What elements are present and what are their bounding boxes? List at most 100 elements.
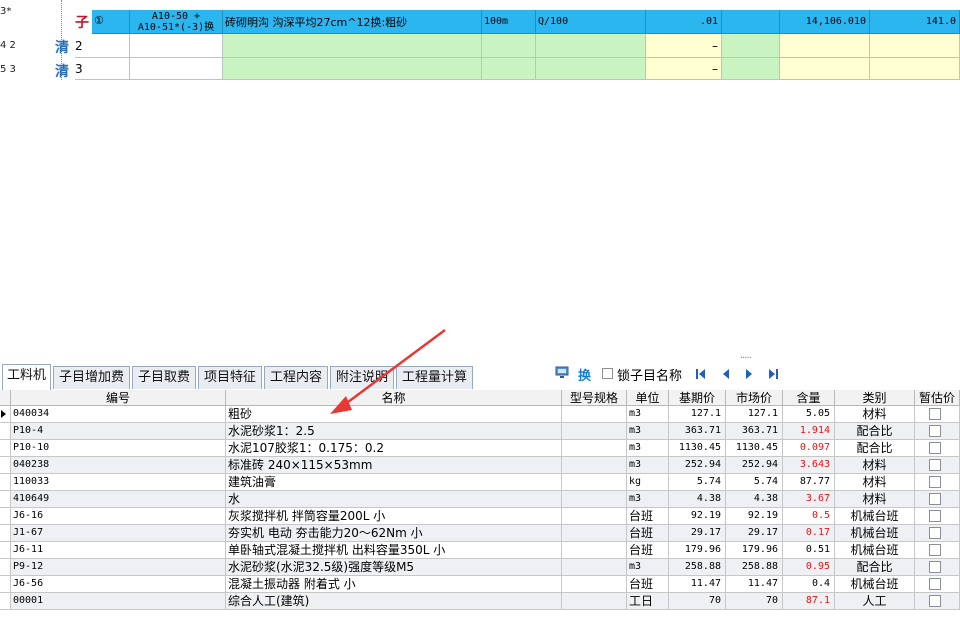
tab-extra-fees[interactable]: 子目增加费 [53, 366, 130, 389]
cell-provisional[interactable] [915, 474, 960, 491]
cell-base-price[interactable]: 363.71 [669, 423, 726, 440]
cell-base-price[interactable]: 70 [669, 593, 726, 610]
cell-name[interactable]: 混凝土振动器 附着式 小 [226, 576, 562, 593]
row-indicator-cell[interactable] [0, 491, 11, 508]
cell-unit[interactable]: m3 [627, 457, 669, 474]
cell-code[interactable]: P9-12 [11, 559, 226, 576]
cell-code[interactable]: 040238 [11, 457, 226, 474]
cell-category[interactable]: 人工 [835, 593, 915, 610]
code-cell[interactable]: A10-50 + A10-51*(-3)换 [130, 10, 223, 34]
cell-code[interactable]: J6-56 [11, 576, 226, 593]
line-item-row[interactable]: 5 3 清 3 – [0, 58, 960, 82]
cell-amount[interactable]: 3.67 [783, 491, 835, 508]
cell-name[interactable]: 单卧轴式混凝土搅拌机 出料容量350L 小 [226, 542, 562, 559]
lock-name-checkbox[interactable] [602, 368, 613, 379]
cell-spec[interactable] [562, 423, 627, 440]
cell-base-price[interactable]: 1130.45 [669, 440, 726, 457]
cell-market-price[interactable]: 11.47 [726, 576, 783, 593]
cell-base-price[interactable]: 29.17 [669, 525, 726, 542]
provisional-checkbox[interactable] [929, 510, 941, 522]
price-cell[interactable]: 14,106.010 [780, 10, 870, 34]
quantity-expr-cell[interactable] [536, 34, 646, 58]
cell-provisional[interactable] [915, 440, 960, 457]
row-indicator-cell[interactable] [0, 593, 11, 610]
cell-spec[interactable] [562, 542, 627, 559]
cell-code[interactable]: 00001 [11, 593, 226, 610]
cell-market-price[interactable]: 5.74 [726, 474, 783, 491]
line-item-row-selected[interactable]: 3* 子 ① A10-50 + A10-51*(-3)换 砖砌明沟 沟深平均27… [0, 0, 960, 34]
cell-unit[interactable]: m3 [627, 491, 669, 508]
cell-provisional[interactable] [915, 559, 960, 576]
unit-cell[interactable] [482, 58, 536, 80]
col-header-spec[interactable]: 型号规格 [562, 390, 627, 406]
col-header-market-price[interactable]: 市场价 [726, 390, 783, 406]
cell-market-price[interactable]: 258.88 [726, 559, 783, 576]
provisional-checkbox[interactable] [929, 595, 941, 607]
provisional-checkbox[interactable] [929, 527, 941, 539]
cell-base-price[interactable]: 5.74 [669, 474, 726, 491]
col-header-provisional[interactable]: 暂估价 [915, 390, 960, 406]
cell-code[interactable]: P10-4 [11, 423, 226, 440]
tab-fee-rates[interactable]: 子目取费 [132, 366, 196, 389]
total-cell[interactable] [870, 34, 960, 58]
cell-market-price[interactable]: 127.1 [726, 406, 783, 423]
table-row[interactable]: 110033 建筑油膏 kg 5.74 5.74 87.77 材料 [0, 474, 960, 491]
cell-provisional[interactable] [915, 491, 960, 508]
cell-spec[interactable] [562, 508, 627, 525]
cell-market-price[interactable]: 92.19 [726, 508, 783, 525]
cell-name[interactable]: 水 [226, 491, 562, 508]
unit-cell[interactable]: 100m [482, 10, 536, 34]
cell-category[interactable]: 材料 [835, 406, 915, 423]
cell-spec[interactable] [562, 491, 627, 508]
last-icon[interactable] [766, 367, 780, 381]
cell-name[interactable]: 粗砂 [226, 406, 562, 423]
cell-category[interactable]: 机械台班 [835, 542, 915, 559]
index-cell[interactable]: ① [92, 10, 130, 34]
cell-market-price[interactable]: 1130.45 [726, 440, 783, 457]
quantity-cell[interactable]: .01 [646, 10, 722, 34]
cell-category[interactable]: 机械台班 [835, 525, 915, 542]
cell-base-price[interactable]: 92.19 [669, 508, 726, 525]
cell-name[interactable]: 水泥砂浆(水泥32.5级)强度等级M5 [226, 559, 562, 576]
index-cell[interactable]: 3 [75, 58, 130, 80]
cell-spec[interactable] [562, 474, 627, 491]
provisional-checkbox[interactable] [929, 442, 941, 454]
empty-cell[interactable] [722, 58, 780, 80]
cell-name[interactable]: 综合人工(建筑) [226, 593, 562, 610]
cell-code[interactable]: 410649 [11, 491, 226, 508]
row-indicator-cell[interactable] [0, 423, 11, 440]
cell-provisional[interactable] [915, 542, 960, 559]
cell-category[interactable]: 材料 [835, 491, 915, 508]
row-indicator-cell[interactable] [0, 576, 11, 593]
provisional-checkbox[interactable] [929, 476, 941, 488]
tab-materials[interactable]: 工料机 [2, 364, 51, 390]
cell-provisional[interactable] [915, 525, 960, 542]
line-item-row[interactable]: 4 2 清 2 – [0, 34, 960, 58]
cell-code[interactable]: P10-10 [11, 440, 226, 457]
provisional-checkbox[interactable] [929, 561, 941, 573]
table-row[interactable]: J6-56 混凝土振动器 附着式 小台班 11.47 11.47 0.4 机械台班 [0, 576, 960, 593]
cell-name[interactable]: 水泥砂浆1：2.5 [226, 423, 562, 440]
tab-features[interactable]: 项目特征 [198, 366, 262, 389]
cell-spec[interactable] [562, 457, 627, 474]
cell-amount[interactable]: 87.1 [783, 593, 835, 610]
cell-market-price[interactable]: 252.94 [726, 457, 783, 474]
quantity-expr-cell[interactable]: Q/100 [536, 10, 646, 34]
table-row[interactable]: P10-4 水泥砂浆1：2.5 m3 363.71 363.71 1.914 配合比 [0, 423, 960, 440]
tab-work-content[interactable]: 工程内容 [264, 366, 328, 389]
cell-unit[interactable]: 台班 [627, 508, 669, 525]
provisional-checkbox[interactable] [929, 425, 941, 437]
cell-base-price[interactable]: 127.1 [669, 406, 726, 423]
table-row[interactable]: J1-67 夯实机 电动 夯击能力20～62Nm 小台班 29.17 29.17 0.1… [0, 525, 960, 542]
cell-category[interactable]: 机械台班 [835, 508, 915, 525]
code-cell[interactable] [130, 34, 223, 58]
cell-code[interactable]: J1-67 [11, 525, 226, 542]
cell-unit[interactable]: m3 [627, 559, 669, 576]
provisional-checkbox[interactable] [929, 493, 941, 505]
cell-amount[interactable]: 0.17 [783, 525, 835, 542]
cell-name[interactable]: 水泥107胶浆1：0.175：0.2 [226, 440, 562, 457]
cell-spec[interactable] [562, 440, 627, 457]
cell-amount[interactable]: 1.914 [783, 423, 835, 440]
cell-category[interactable]: 材料 [835, 474, 915, 491]
name-cell[interactable] [223, 34, 482, 58]
